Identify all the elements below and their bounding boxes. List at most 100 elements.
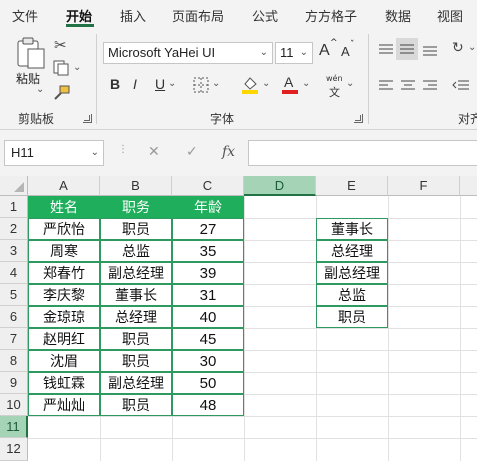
- paste-dropdown-icon[interactable]: ⌄: [36, 84, 44, 95]
- tab-formulas[interactable]: 公式: [252, 6, 278, 25]
- table-cell[interactable]: 27: [172, 218, 244, 240]
- table-cell[interactable]: 董事长: [100, 284, 172, 306]
- row-header-9[interactable]: 9: [0, 372, 28, 394]
- fill-color-dropdown-icon[interactable]: ⌄: [262, 78, 270, 89]
- underline-button[interactable]: U: [155, 76, 165, 92]
- column-header-d[interactable]: D: [244, 176, 316, 196]
- copy-dropdown-icon[interactable]: ⌄: [73, 62, 81, 73]
- formula-input[interactable]: [248, 140, 477, 166]
- fill-color-icon[interactable]: [240, 74, 260, 98]
- font-name-select[interactable]: Microsoft YaHei UI ⌄: [103, 42, 273, 64]
- table-cell[interactable]: 金琼琼: [28, 306, 100, 328]
- rank-list-item[interactable]: 董事长: [316, 218, 388, 240]
- shrink-font-button[interactable]: A: [341, 44, 350, 59]
- table-cell[interactable]: 职员: [100, 328, 172, 350]
- row-header-1[interactable]: 1: [0, 196, 28, 218]
- header-cell-title[interactable]: 职务: [100, 196, 172, 218]
- row-header-6[interactable]: 6: [0, 306, 28, 328]
- table-cell[interactable]: 严灿灿: [28, 394, 100, 416]
- row-header-10[interactable]: 10: [0, 394, 28, 416]
- table-cell[interactable]: 35: [172, 240, 244, 262]
- table-cell[interactable]: 副总经理: [100, 262, 172, 284]
- font-launcher-icon[interactable]: [354, 114, 363, 123]
- rank-list-item[interactable]: 副总经理: [316, 262, 388, 284]
- more-options-icon[interactable]: ⋮: [118, 144, 128, 155]
- tab-data[interactable]: 数据: [385, 6, 411, 25]
- column-header-f[interactable]: F: [388, 176, 460, 196]
- row-header-5[interactable]: 5: [0, 284, 28, 306]
- row-header-3[interactable]: 3: [0, 240, 28, 262]
- row-header-7[interactable]: 7: [0, 328, 28, 350]
- tab-view[interactable]: 视图: [437, 6, 463, 25]
- phonetic-wen-label[interactable]: wén: [326, 74, 343, 83]
- align-bottom-icon[interactable]: [422, 42, 438, 62]
- table-cell[interactable]: 39: [172, 262, 244, 284]
- table-cell[interactable]: 31: [172, 284, 244, 306]
- table-cell[interactable]: 总经理: [100, 306, 172, 328]
- align-middle-button[interactable]: [396, 38, 418, 60]
- tab-home[interactable]: 开始: [66, 6, 92, 25]
- table-cell[interactable]: 48: [172, 394, 244, 416]
- column-header-b[interactable]: B: [100, 176, 172, 196]
- table-cell[interactable]: 郑春竹: [28, 262, 100, 284]
- decrease-indent-icon[interactable]: [452, 78, 470, 97]
- table-cell[interactable]: 职员: [100, 218, 172, 240]
- underline-dropdown-icon[interactable]: ⌄: [168, 78, 176, 89]
- table-cell[interactable]: 40: [172, 306, 244, 328]
- table-cell[interactable]: 30: [172, 350, 244, 372]
- font-size-select[interactable]: 11 ⌄: [275, 42, 313, 64]
- table-cell[interactable]: 赵明红: [28, 328, 100, 350]
- cut-icon[interactable]: ✂: [54, 36, 67, 54]
- italic-button[interactable]: I: [133, 76, 137, 92]
- row-header-4[interactable]: 4: [0, 262, 28, 284]
- font-color-dropdown-icon[interactable]: ⌄: [302, 78, 310, 89]
- table-cell[interactable]: 45: [172, 328, 244, 350]
- tab-file[interactable]: 文件: [12, 6, 38, 25]
- column-header-g[interactable]: [460, 176, 477, 196]
- align-right-icon[interactable]: [422, 78, 438, 97]
- align-left-icon[interactable]: [378, 78, 394, 97]
- align-top-icon[interactable]: [378, 42, 394, 62]
- table-cell[interactable]: 50: [172, 372, 244, 394]
- row-header-8[interactable]: 8: [0, 350, 28, 372]
- grow-font-button[interactable]: A: [319, 42, 330, 60]
- table-cell[interactable]: 职员: [100, 394, 172, 416]
- insert-function-icon[interactable]: fx: [222, 144, 235, 160]
- table-cell[interactable]: 李庆黎: [28, 284, 100, 306]
- border-dropdown-icon[interactable]: ⌄: [212, 78, 220, 89]
- phonetic-icon[interactable]: 文: [329, 84, 340, 100]
- cancel-icon[interactable]: ✕: [148, 144, 160, 160]
- rank-list-item[interactable]: 总经理: [316, 240, 388, 262]
- tab-insert[interactable]: 插入: [120, 6, 146, 25]
- column-header-c[interactable]: C: [172, 176, 244, 196]
- copy-icon[interactable]: [52, 60, 70, 80]
- table-cell[interactable]: 副总经理: [100, 372, 172, 394]
- orientation-dropdown-icon[interactable]: ⌄: [468, 42, 476, 53]
- phonetic-dropdown-icon[interactable]: ⌄: [346, 78, 354, 89]
- row-header-12[interactable]: 12: [0, 438, 28, 461]
- header-cell-age[interactable]: 年龄: [172, 196, 244, 218]
- table-cell[interactable]: 钱虹霖: [28, 372, 100, 394]
- table-cell[interactable]: 总监: [100, 240, 172, 262]
- font-color-icon[interactable]: A: [280, 74, 300, 98]
- column-header-e[interactable]: E: [316, 176, 388, 196]
- table-cell[interactable]: 周寒: [28, 240, 100, 262]
- border-icon[interactable]: [192, 76, 210, 98]
- enter-icon[interactable]: ✓: [186, 144, 198, 160]
- name-box[interactable]: H11 ⌄: [4, 140, 104, 166]
- select-all-button[interactable]: [0, 176, 28, 196]
- bold-button[interactable]: B: [110, 76, 120, 92]
- row-header-11[interactable]: 11: [0, 416, 28, 438]
- rank-list-item[interactable]: 总监: [316, 284, 388, 306]
- format-painter-icon[interactable]: [52, 84, 70, 106]
- tab-fangfang[interactable]: 方方格子: [305, 6, 357, 25]
- clipboard-launcher-icon[interactable]: [83, 114, 92, 123]
- rank-list-item[interactable]: 职员: [316, 306, 388, 328]
- table-cell[interactable]: 严欣怡: [28, 218, 100, 240]
- worksheet-grid[interactable]: A B C D E F 1 2 3 4 5 6 7 8 9 10 11 12 姓…: [0, 176, 477, 461]
- row-header-2[interactable]: 2: [0, 218, 28, 240]
- orientation-icon[interactable]: ↻: [452, 40, 464, 56]
- tab-page-layout[interactable]: 页面布局: [172, 6, 224, 25]
- header-cell-name[interactable]: 姓名: [28, 196, 100, 218]
- align-center-icon[interactable]: [400, 78, 416, 97]
